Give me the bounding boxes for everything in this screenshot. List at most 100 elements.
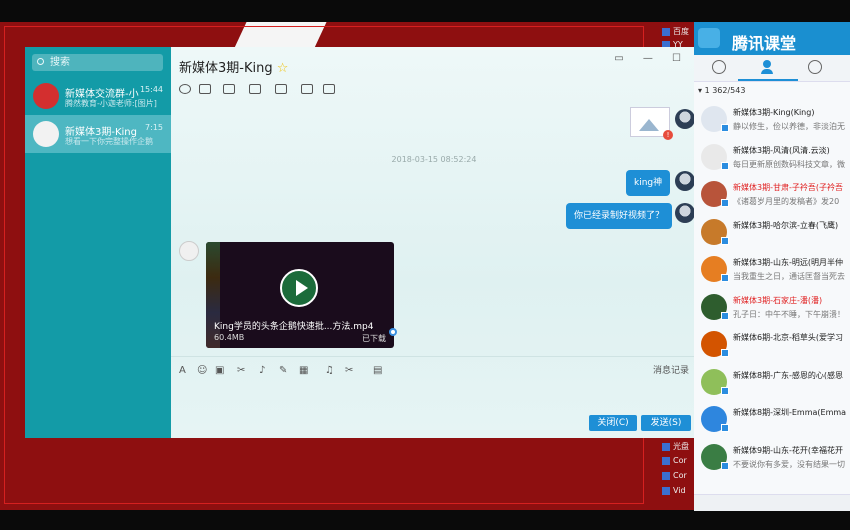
microphone-icon[interactable]: ♪ <box>259 365 265 376</box>
panel-header: 腾讯课堂 <box>694 22 850 55</box>
shortcut-label: Cor <box>673 471 687 480</box>
member-name: 新媒体3期-山东-明远(明月半仲 <box>733 258 843 267</box>
device-badge-icon <box>721 199 729 207</box>
font-icon[interactable]: A <box>179 365 186 376</box>
file-transfer-icon[interactable] <box>249 84 261 94</box>
trash-icon[interactable]: ▤ <box>373 365 382 376</box>
member-row[interactable]: 新媒体3期-石家庄-潘(潘) 孔子日：中午不睡，下午崩溃！ <box>694 290 850 327</box>
cursor-indicator <box>389 328 397 336</box>
search-icon <box>37 58 44 65</box>
chat-tab-icon[interactable] <box>712 60 726 74</box>
desktop-shortcut[interactable]: 光盘 <box>662 441 689 452</box>
conversation-item[interactable]: 新媒体交流群-小 15:44 腾然教育-小迦老师:[图片] <box>25 77 171 115</box>
screen-share-icon[interactable] <box>223 84 235 94</box>
shortcut-label: Cor <box>673 456 687 465</box>
search-input[interactable]: 搜索 <box>32 54 163 71</box>
contact-avatar <box>179 241 199 261</box>
device-badge-icon <box>721 161 729 170</box>
desktop-shortcut[interactable]: Cor <box>662 456 687 465</box>
member-name: 新媒体3期-King(King) <box>733 108 815 117</box>
member-row[interactable]: 新媒体3期-甘肃-子衿吾(子衿吾 《诸葛岁月里的发稿者》发20 <box>694 177 850 214</box>
member-name: 新媒体8期-深圳-Emma(Emma <box>733 408 847 417</box>
member-status: 当我重生之日，通话匡督当死去 <box>733 272 845 281</box>
image-icon[interactable]: ▦ <box>299 365 308 376</box>
tencent-classroom-logo <box>698 28 720 48</box>
close-button[interactable]: 关闭(C) <box>589 415 637 431</box>
shortcut-label: 光盘 <box>673 442 689 451</box>
chat-panel: 新媒体3期-King ☆ ▭ — ☐ ! 2018-03-15 08:52:24… <box>171 47 697 438</box>
device-badge-icon <box>721 461 729 470</box>
member-name: 新媒体8期-广东-感恩的心(感恩 <box>733 370 843 380</box>
bottom-black-bar <box>0 510 850 530</box>
device-badge-icon <box>721 274 729 282</box>
video-download-status: 已下载 <box>362 334 386 343</box>
video-file-card[interactable]: King学员的头条企鹅快速批...方法.mp4 60.4MB 已下载 <box>206 242 394 348</box>
member-row[interactable]: 新媒体8期-广东-感恩的心(感恩 <box>694 365 850 402</box>
window-controls[interactable]: ▭ — ☐ <box>614 53 689 64</box>
member-name: 新媒体6期-北京-稻草头(爱学习 <box>733 333 843 342</box>
member-name: 新媒体3期-甘肃-子衿吾(子衿吾 <box>733 183 843 192</box>
device-badge-icon <box>721 424 729 432</box>
members-tab-icon[interactable] <box>738 60 798 81</box>
group-tab-icon[interactable] <box>808 60 822 74</box>
device-badge-icon <box>721 386 729 395</box>
group-avatar <box>33 83 59 109</box>
my-avatar <box>675 203 695 223</box>
remote-desktop-icon[interactable] <box>275 84 287 94</box>
conversation-time: 15:44 <box>139 85 163 94</box>
shortcut-label: Vid <box>673 486 686 495</box>
conversation-sidebar: 搜索 新媒体交流群-小 15:44 腾然教育-小迦老师:[图片] 新媒体3期-K… <box>25 47 171 438</box>
message-bubble[interactable]: 你已经录制好视频了？ <box>566 203 673 229</box>
video-filename: King学员的头条企鹅快速批...方法.mp4 <box>214 322 374 332</box>
image-placeholder[interactable]: ! <box>630 107 673 140</box>
member-row[interactable]: 新媒体3期-哈尔滨-立春(飞鹰) <box>694 215 850 252</box>
message-history-link[interactable]: 消息记录 <box>653 363 689 376</box>
chat-title-text: 新媒体3期-King <box>179 61 273 76</box>
gif-icon[interactable]: ▣ <box>215 365 224 376</box>
device-badge-icon <box>721 236 729 245</box>
desktop-shortcut[interactable]: Vid <box>662 486 686 495</box>
video-call-icon[interactable] <box>199 84 211 94</box>
input-divider <box>171 356 697 357</box>
desktop-shortcut[interactable]: Cor <box>662 471 687 480</box>
conversation-item-selected[interactable]: 新媒体3期-King 7:15 想看一下你完整操作企鹅 <box>25 115 171 153</box>
member-row[interactable]: 新媒体3期-山东-明远(明月半仲 当我重生之日，通话匡督当死去 <box>694 252 850 289</box>
star-icon[interactable]: ☆ <box>277 61 289 76</box>
member-status: 不要说你有多爱，没有结果一切 <box>733 459 845 469</box>
pen-icon[interactable]: ✎ <box>279 365 287 376</box>
member-status: 孔子日：中午不睡，下午崩溃！ <box>733 309 845 319</box>
member-panel: 腾讯课堂 ▾ 1 362/543 新媒体3期-King(King) 静以修生，俭以… <box>694 22 850 511</box>
apps-grid-icon[interactable] <box>323 84 335 94</box>
member-status: 《诸葛岁月里的发稿者》发20 <box>733 197 840 206</box>
message-bubble[interactable]: king神 <box>626 170 671 196</box>
my-avatar <box>675 109 695 129</box>
screenshot-icon[interactable]: ✂ <box>237 365 245 376</box>
my-avatar <box>675 171 695 191</box>
scissors-icon[interactable]: ✂ <box>345 365 353 376</box>
member-row[interactable]: 新媒体6期-北京-稻草头(爱学习 <box>694 327 850 364</box>
brand-title: 腾讯课堂 <box>732 34 797 53</box>
contact-avatar <box>33 121 59 147</box>
member-row[interactable]: 新媒体8期-深圳-Emma(Emma <box>694 402 850 439</box>
send-button[interactable]: 发送(S) <box>641 415 691 431</box>
member-count: ▾ 1 362/543 <box>698 86 746 95</box>
emoji-icon[interactable]: ☺ <box>197 365 207 376</box>
phone-icon[interactable] <box>179 84 191 94</box>
member-name: 新媒体9期-山东-花开(幸福花开 <box>733 445 843 455</box>
member-status: 每日更新原创数码科技文章，微 <box>733 159 845 169</box>
conversation-preview: 想看一下你完整操作企鹅 <box>65 137 153 146</box>
play-icon[interactable] <box>280 269 318 307</box>
member-name: 新媒体3期-哈尔滨-立春(飞鹰) <box>733 220 839 230</box>
panel-tabs <box>694 55 850 82</box>
desktop-shortcut[interactable]: 百度 <box>662 26 689 37</box>
member-row[interactable]: 新媒体9期-山东-花开(幸福花开 不要说你有多爱，没有结果一切 <box>694 440 850 477</box>
member-row[interactable]: 新媒体3期-风清(风清.云淡) 每日更新原创数码科技文章，微 <box>694 140 850 177</box>
message-timestamp: 2018-03-15 08:52:24 <box>391 155 477 164</box>
conversation-preview: 腾然教育-小迦老师:[图片] <box>65 99 157 108</box>
member-row[interactable]: 新媒体3期-King(King) 静以修生，俭以养德，非淡泊无 <box>694 102 850 139</box>
error-icon: ! <box>663 130 673 140</box>
device-badge-icon <box>721 349 729 357</box>
music-icon[interactable]: ♫ <box>325 365 334 376</box>
member-status: 静以修生，俭以养德，非淡泊无 <box>733 122 845 131</box>
add-contact-icon[interactable] <box>301 84 313 94</box>
